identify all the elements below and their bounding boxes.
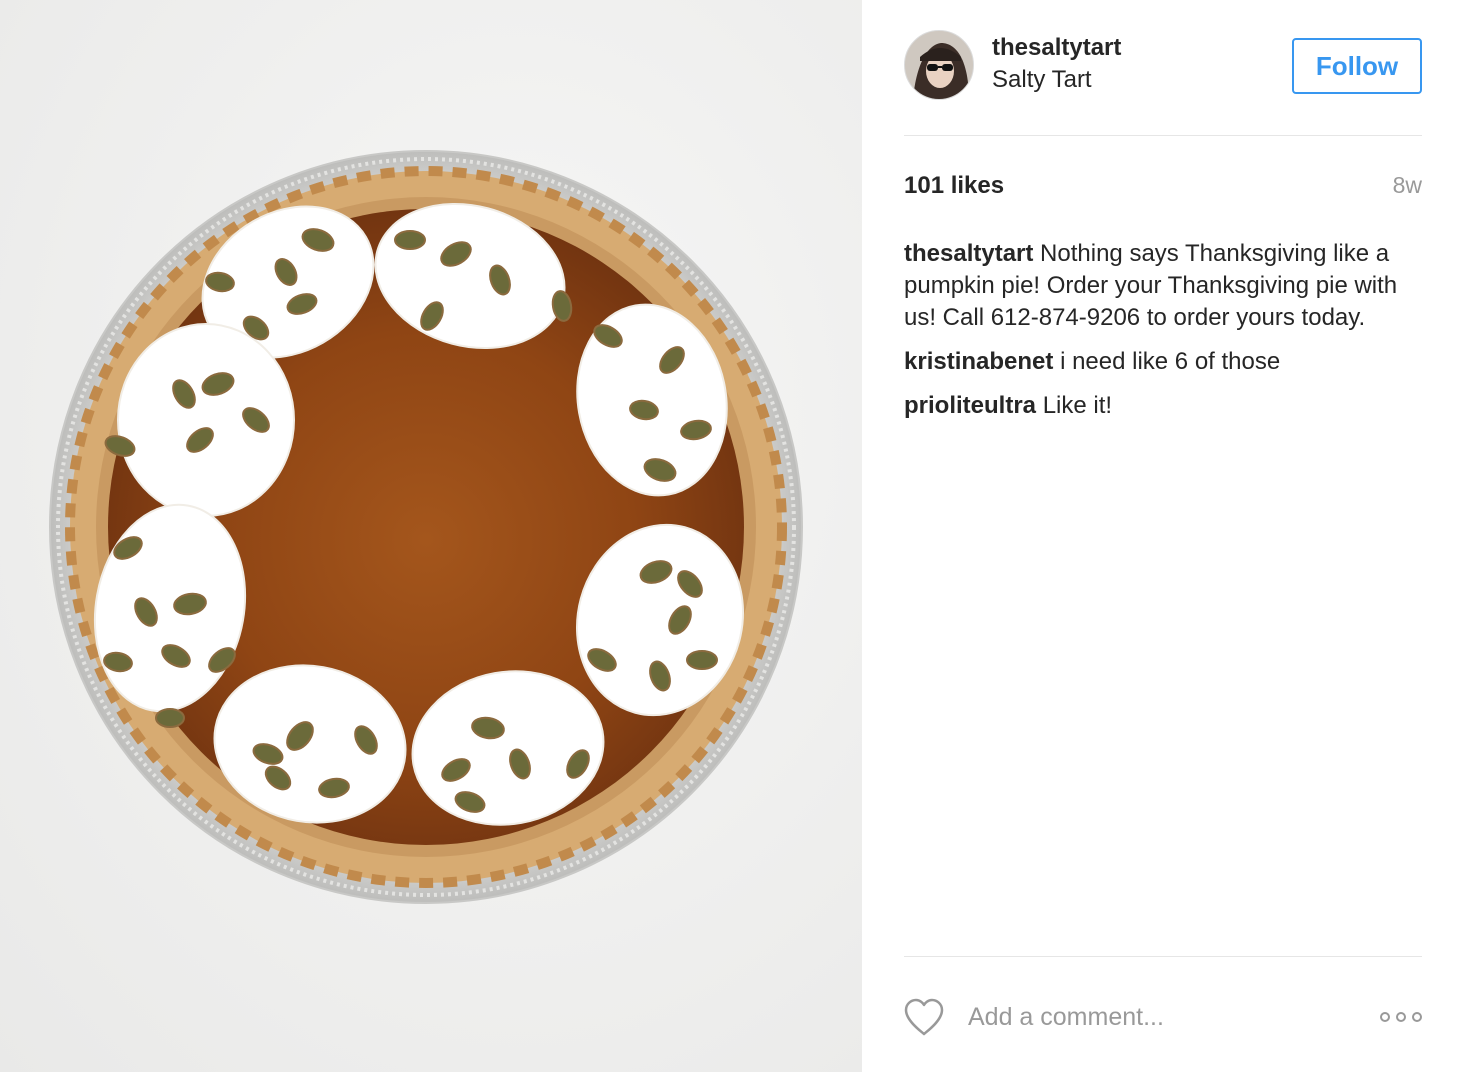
comment-text: i need like 6 of those — [1060, 348, 1281, 375]
add-comment-input[interactable] — [968, 997, 1368, 1037]
comment-text: Like it! — [1042, 392, 1113, 419]
more-options-icon[interactable] — [1378, 1007, 1424, 1027]
pumpkin-pie-image — [49, 150, 803, 904]
comment-username[interactable]: kristinabenet — [904, 348, 1053, 375]
post-photo[interactable] — [0, 0, 862, 1072]
comment-username[interactable]: prioliteultra — [904, 392, 1036, 419]
post-header: thesaltytart Salty Tart Follow — [904, 0, 1422, 136]
post-details-panel: thesaltytart Salty Tart Follow 101 likes… — [862, 0, 1464, 1072]
avatar-icon[interactable] — [904, 30, 974, 100]
likes-count[interactable]: 101 likes — [904, 172, 1004, 200]
comment-caption: thesaltytart Nothing says Thanksgiving l… — [904, 238, 1434, 334]
post-username[interactable]: thesaltytart — [992, 34, 1121, 62]
likes-row: 101 likes 8w — [904, 172, 1422, 204]
comment-username[interactable]: thesaltytart — [904, 240, 1033, 267]
heart-outline-icon[interactable] — [902, 997, 946, 1037]
post-age[interactable]: 8w — [1393, 172, 1422, 199]
comments-list: thesaltytart Nothing says Thanksgiving l… — [904, 238, 1434, 434]
post-footer — [904, 956, 1422, 1072]
comment-item: prioliteultra Like it! — [904, 390, 1434, 422]
follow-button[interactable]: Follow — [1292, 38, 1422, 94]
post-full-name: Salty Tart — [992, 66, 1092, 93]
comment-item: kristinabenet i need like 6 of those — [904, 346, 1434, 378]
instagram-post: thesaltytart Salty Tart Follow 101 likes… — [0, 0, 1464, 1072]
